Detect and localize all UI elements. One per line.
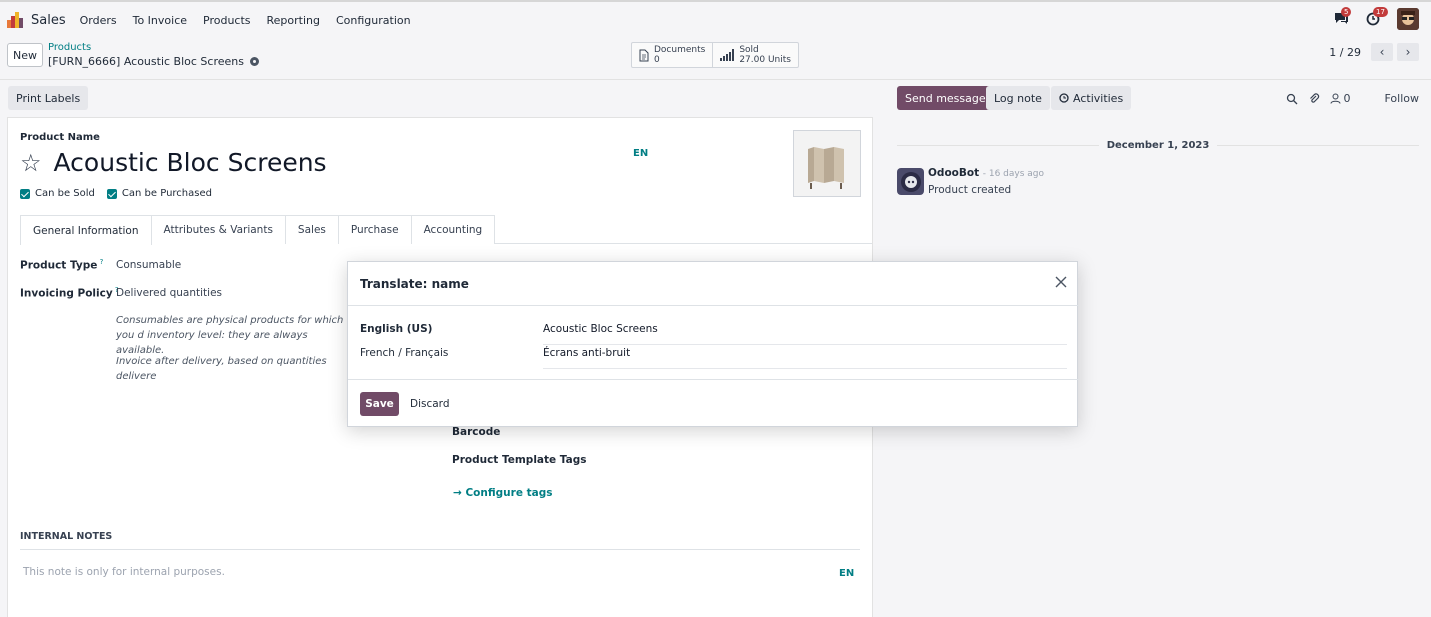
- translation-row: French / Français Écrans anti-bruit: [360, 343, 1067, 369]
- translation-lang: French / Français: [360, 347, 449, 359]
- followers-button[interactable]: 0: [1330, 92, 1350, 105]
- menu-products[interactable]: Products: [203, 14, 251, 27]
- sold-label: Sold: [739, 45, 759, 55]
- translation-row: English (US) Acoustic Bloc Screens: [360, 319, 1067, 345]
- app-name[interactable]: Sales: [31, 13, 66, 28]
- message-author-name[interactable]: OdooBot: [928, 167, 979, 179]
- arrow-right-icon: →: [453, 487, 466, 499]
- chatter-toolbar: 0 Follow: [1286, 92, 1419, 105]
- log-note-button[interactable]: Log note: [986, 86, 1050, 110]
- product-type-hint: Consumables are physical products for wh…: [116, 315, 344, 356]
- menu-to-invoice[interactable]: To Invoice: [133, 14, 187, 27]
- chatter-date-separator: December 1, 2023: [897, 140, 1420, 151]
- invoicing-policy-hint: Invoice after delivery, based on quantit…: [116, 356, 327, 382]
- print-labels-button[interactable]: Print Labels: [8, 86, 89, 110]
- star-icon[interactable]: ☆: [20, 151, 42, 175]
- dialog-header: Translate: name: [348, 262, 1079, 306]
- smart-buttons: Documents 0 Sold 27.00 Units: [631, 42, 799, 68]
- translation-input[interactable]: Écrans anti-bruit: [543, 347, 1067, 369]
- configure-tags-label: Configure tags: [465, 487, 553, 499]
- invoicing-policy-label: Invoicing Policy ?: [20, 286, 119, 300]
- menu-configuration[interactable]: Configuration: [336, 14, 411, 27]
- odoobot-avatar[interactable]: [897, 168, 924, 195]
- chatter-date: December 1, 2023: [1106, 140, 1210, 151]
- internal-notes-field[interactable]: This note is only for internal purposes.: [23, 566, 225, 578]
- paperclip-icon[interactable]: [1308, 92, 1320, 105]
- product-type-label-text: Product Type: [20, 259, 98, 272]
- form-tabs: General Information Attributes & Variant…: [20, 215, 872, 245]
- message-body: Product created: [928, 184, 1012, 196]
- product-name-label: Product Name: [20, 132, 100, 143]
- sold-smart-button[interactable]: Sold 27.00 Units: [712, 43, 798, 67]
- close-icon[interactable]: [1055, 276, 1067, 288]
- chevron-left-icon[interactable]: ‹: [1371, 43, 1393, 61]
- translate-dialog: Translate: name English (US) Acoustic Bl…: [347, 261, 1079, 428]
- menu-orders[interactable]: Orders: [80, 14, 117, 27]
- pager: 1 / 29 ‹ ›: [1329, 43, 1419, 61]
- can-be-purchased-checkbox[interactable]: Can be Purchased: [106, 188, 212, 199]
- can-be-purchased-label: Can be Purchased: [121, 188, 212, 199]
- internal-notes-header: INTERNAL NOTES: [20, 531, 860, 550]
- discard-button[interactable]: Discard: [404, 392, 455, 416]
- message-time: - 16 days ago: [982, 169, 1045, 179]
- clock-icon[interactable]: 17: [1365, 7, 1388, 28]
- chevron-right-icon[interactable]: ›: [1397, 43, 1419, 61]
- documents-label: Documents: [654, 45, 706, 55]
- breadcrumb-current: [FURN_6666] Acoustic Bloc Screens: [48, 55, 259, 68]
- tab-general-information[interactable]: General Information: [20, 215, 152, 245]
- notes-lang-tag[interactable]: EN: [839, 568, 854, 579]
- messages-icon[interactable]: 5: [1333, 7, 1352, 28]
- checkbox-checked-icon: [20, 188, 30, 199]
- pager-value[interactable]: 1 / 29: [1329, 46, 1361, 59]
- clock-icon: [1059, 93, 1069, 103]
- control-panel: New Products [FURN_6666] Acoustic Bloc S…: [0, 38, 1431, 80]
- translate-lang-tag[interactable]: EN: [633, 148, 648, 159]
- new-button[interactable]: New: [7, 43, 43, 67]
- followers-count: 0: [1343, 92, 1351, 105]
- send-message-button[interactable]: Send message: [897, 86, 994, 110]
- messages-badge: 5: [1341, 7, 1352, 17]
- breadcrumb-products[interactable]: Products: [48, 42, 91, 53]
- breadcrumb-current-label: [FURN_6666] Acoustic Bloc Screens: [48, 55, 244, 68]
- documents-count: 0: [654, 55, 660, 65]
- signal-bars-icon: [720, 49, 735, 61]
- can-be-sold-checkbox[interactable]: Can be Sold: [20, 188, 95, 199]
- follow-button[interactable]: Follow: [1384, 92, 1419, 105]
- product-type-field[interactable]: Consumable: [116, 259, 181, 271]
- help-icon[interactable]: ?: [97, 258, 104, 266]
- top-navbar: Sales Orders To Invoice Products Reporti…: [0, 0, 1431, 38]
- message-author: OdooBot - 16 days ago: [928, 167, 1044, 179]
- file-icon: [639, 49, 649, 61]
- can-be-sold-label: Can be Sold: [35, 188, 95, 199]
- dialog-title: Translate: name: [360, 277, 469, 291]
- checkbox-checked-icon: [106, 188, 117, 199]
- product-type-label: Product Type ?: [20, 258, 103, 272]
- product-name-field[interactable]: Acoustic Bloc Screens: [54, 148, 327, 177]
- gear-icon[interactable]: [249, 57, 259, 66]
- sold-value: 27.00 Units: [739, 55, 791, 65]
- configure-tags-link[interactable]: → Configure tags: [453, 487, 552, 499]
- product-image[interactable]: [793, 130, 861, 197]
- user-avatar[interactable]: [1397, 8, 1419, 30]
- sales-app-icon[interactable]: [7, 12, 23, 28]
- user-icon: [1330, 93, 1341, 104]
- tab-sales[interactable]: Sales: [284, 215, 339, 244]
- menu-reporting[interactable]: Reporting: [267, 14, 320, 27]
- documents-smart-button[interactable]: Documents 0: [632, 43, 712, 67]
- activities-button[interactable]: Activities: [1051, 86, 1132, 110]
- tab-accounting[interactable]: Accounting: [410, 215, 496, 244]
- search-icon[interactable]: [1286, 93, 1298, 105]
- tab-attributes-variants[interactable]: Attributes & Variants: [150, 215, 286, 244]
- dialog-footer: Save Discard: [348, 379, 1079, 428]
- tab-purchase[interactable]: Purchase: [337, 215, 412, 244]
- translation-input[interactable]: Acoustic Bloc Screens: [543, 323, 1067, 345]
- product-tags-label: Product Template Tags: [452, 454, 587, 466]
- save-button[interactable]: Save: [360, 392, 399, 416]
- invoicing-policy-field[interactable]: Delivered quantities: [116, 287, 222, 299]
- activities-badge: 17: [1373, 7, 1388, 17]
- activities-label: Activities: [1073, 91, 1124, 105]
- invoicing-policy-label-text: Invoicing Policy: [20, 287, 113, 300]
- translation-lang: English (US): [360, 323, 433, 335]
